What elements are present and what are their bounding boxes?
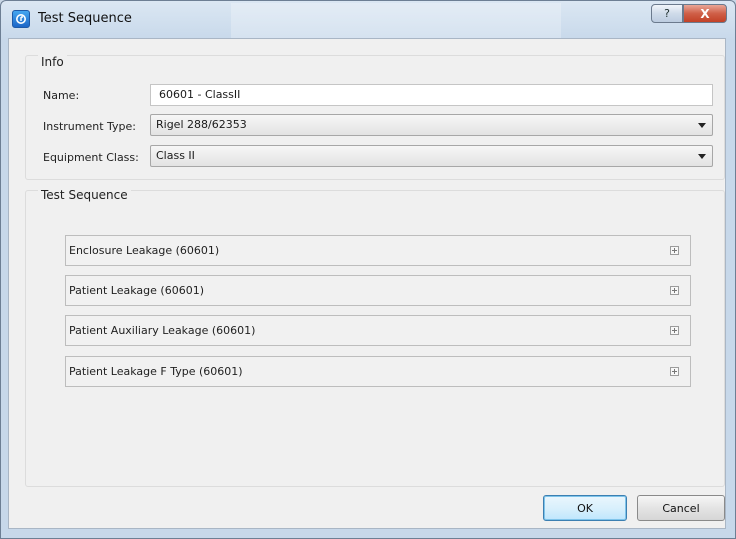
expand-icon[interactable]: [670, 326, 679, 335]
close-button[interactable]: X: [683, 4, 727, 23]
equipment-class-value: Class II: [156, 149, 195, 162]
sequence-item-patient-leakage[interactable]: Patient Leakage (60601): [65, 275, 691, 306]
instrument-type-value: Rigel 288/62353: [156, 118, 247, 131]
sequence-item-label: Enclosure Leakage (60601): [69, 244, 220, 257]
close-icon: X: [700, 6, 710, 21]
help-icon: ?: [664, 7, 670, 20]
instrument-type-label: Instrument Type:: [43, 120, 136, 133]
sequence-item-label: Patient Leakage (60601): [69, 284, 204, 297]
expand-icon[interactable]: [670, 246, 679, 255]
sequence-item-label: Patient Leakage F Type (60601): [69, 365, 243, 378]
expand-icon[interactable]: [670, 367, 679, 376]
equipment-class-label: Equipment Class:: [43, 151, 139, 164]
info-group-label: Info: [38, 55, 67, 69]
title-bar[interactable]: Test Sequence ? X: [1, 1, 735, 39]
sequence-item-enclosure-leakage[interactable]: Enclosure Leakage (60601): [65, 235, 691, 266]
instrument-type-select[interactable]: Rigel 288/62353: [150, 114, 713, 136]
window-title: Test Sequence: [38, 11, 132, 26]
sequence-item-patient-leakage-f-type[interactable]: Patient Leakage F Type (60601): [65, 356, 691, 387]
app-logo-icon: [12, 10, 30, 28]
equipment-class-select[interactable]: Class II: [150, 145, 713, 167]
expand-icon[interactable]: [670, 286, 679, 295]
name-label: Name:: [43, 89, 80, 102]
chevron-down-icon: [698, 123, 706, 128]
title-bar-background: [231, 3, 561, 39]
name-input-value: 60601 - ClassII: [159, 88, 241, 101]
name-input[interactable]: 60601 - ClassII: [150, 84, 713, 106]
help-button[interactable]: ?: [651, 4, 683, 23]
test-sequence-group-label: Test Sequence: [38, 188, 131, 202]
sequence-item-patient-auxiliary-leakage[interactable]: Patient Auxiliary Leakage (60601): [65, 315, 691, 346]
ok-button[interactable]: OK: [543, 495, 627, 521]
sequence-item-label: Patient Auxiliary Leakage (60601): [69, 324, 256, 337]
cancel-button[interactable]: Cancel: [637, 495, 725, 521]
chevron-down-icon: [698, 154, 706, 159]
